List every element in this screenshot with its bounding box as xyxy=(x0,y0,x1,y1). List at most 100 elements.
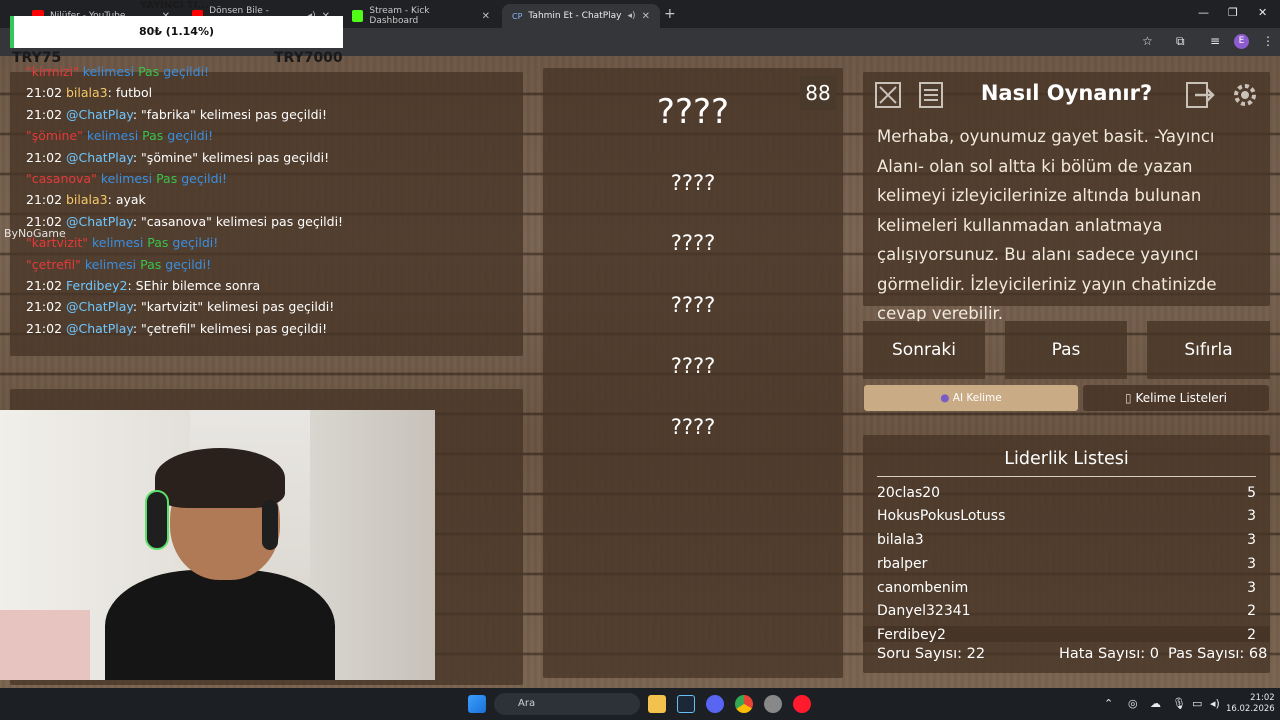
close-window-icon[interactable]: ✕ xyxy=(1258,6,1267,19)
chat-message-part: Pas xyxy=(156,171,178,187)
chat-message-part: 21:02 xyxy=(26,149,66,165)
network-icon[interactable]: ▭ xyxy=(1192,697,1202,710)
watermark-text: ByNoGame xyxy=(4,227,66,240)
chat-message-part: kelimesi xyxy=(82,128,143,144)
goal-target-amount: TRY7000 xyxy=(274,50,343,66)
ai-word-button[interactable]: ● AI Kelime xyxy=(864,385,1078,411)
taskbar-clock[interactable]: 21:02 16.02.2026 xyxy=(1226,693,1275,715)
goal-current-amount: TRY75 xyxy=(12,50,62,66)
chat-message: "şömine" kelimesi Pas geçildi! xyxy=(26,125,507,146)
donation-goal-bar: 80₺ (1.14%) xyxy=(10,16,343,48)
taskbar-search[interactable]: Ara xyxy=(494,693,640,715)
forbidden-word: ???? xyxy=(670,415,716,439)
donation-goal-text: 80₺ (1.14%) xyxy=(138,25,214,38)
chat-message-part: : "casanova" kelimesi pas geçildi! xyxy=(132,213,344,229)
streamer-tag: YAYINCI Tİ... xyxy=(140,0,209,11)
tray-app-icon[interactable]: ◎ xyxy=(1128,697,1138,710)
close-icon[interactable]: ✕ xyxy=(642,11,650,22)
webcam-person-hair xyxy=(155,448,285,508)
opera-icon[interactable] xyxy=(793,695,811,713)
chat-message-part: 21:02 xyxy=(26,85,66,101)
chat-message-part: : "kartvizit" kelimesi pas geçildi! xyxy=(132,299,335,315)
chat-message-part: : "çetrefil" kelimesi pas geçildi! xyxy=(132,320,328,336)
chat-message: "kartvizit" kelimesi Pas geçildi! xyxy=(26,232,507,253)
leaderboard-name: 20clas20 xyxy=(877,485,941,501)
chrome-icon[interactable] xyxy=(735,695,753,713)
chat-message-part: 21:02 xyxy=(26,299,66,315)
forbidden-word: ???? xyxy=(670,354,716,378)
reading-list-icon[interactable]: ≡ xyxy=(1210,34,1220,48)
reset-button[interactable]: Sıfırla xyxy=(1147,321,1270,379)
chat-message: 21:02 @ChatPlay: "çetrefil" kelimesi pas… xyxy=(26,318,507,339)
chat-message-part: @ChatPlay xyxy=(66,213,133,229)
chat-message-part: : "fabrika" kelimesi pas geçildi! xyxy=(132,106,328,122)
pass-button[interactable]: Pas xyxy=(1005,321,1127,379)
chat-message-part: Ferdibey2 xyxy=(66,278,128,294)
how-to-play-text: Merhaba, oyunumuz gayet basit. -Yayıncı … xyxy=(877,127,1217,323)
chat-message-part: 21:02 xyxy=(26,320,66,336)
profile-avatar[interactable]: E xyxy=(1234,34,1249,49)
error-count: Hata Sayısı: 0 xyxy=(1059,646,1159,662)
gear-icon[interactable] xyxy=(1229,80,1261,110)
leaderboard-score: 3 xyxy=(1247,508,1256,524)
forbidden-word: ???? xyxy=(670,293,716,317)
chat-message-part: @ChatPlay xyxy=(66,106,133,122)
menu-icon[interactable]: ⋮ xyxy=(1262,34,1274,48)
main-word: ???? xyxy=(656,92,730,132)
chat-message-part: Pas xyxy=(140,256,162,272)
chat-message-part: : "şömine" kelimesi pas geçildi! xyxy=(132,149,330,165)
clock-date: 16.02.2026 xyxy=(1226,704,1275,714)
steam-icon[interactable] xyxy=(677,695,695,713)
new-tab-button[interactable]: + xyxy=(664,6,676,22)
chat-message: 21:02 bilala3: futbol xyxy=(26,82,507,103)
file-explorer-icon[interactable] xyxy=(648,695,666,713)
search-label: Ara xyxy=(518,698,536,709)
chat-message-part: Pas xyxy=(142,128,164,144)
obs-icon[interactable] xyxy=(764,695,782,713)
speaker-icon[interactable]: ◂) xyxy=(627,11,635,21)
kick-icon xyxy=(352,10,364,22)
chat-message-part: : SEhir bilemce sonra xyxy=(127,278,261,294)
chat-message-part: "çetrefil" xyxy=(26,256,81,272)
leaderboard-name: rbalper xyxy=(877,556,928,572)
tray-chevron-icon[interactable]: ⌃ xyxy=(1104,697,1113,710)
tab-tahmin-et-chatplay[interactable]: CP Tahmin Et - ChatPlay ◂) ✕ xyxy=(502,4,660,28)
leaderboard-score: 2 xyxy=(1247,603,1256,619)
chat-message-part: kelimesi xyxy=(96,171,157,187)
chat-message-part: geçildi! xyxy=(177,171,228,187)
chat-message-part: @ChatPlay xyxy=(66,299,133,315)
bookmark-star-icon[interactable]: ☆ xyxy=(1142,34,1153,48)
chatplay-icon: CP xyxy=(512,11,523,21)
leaderboard-row: HokusPokusLotuss 3 xyxy=(877,508,1256,524)
tray-cloud-icon[interactable]: ☁ xyxy=(1150,697,1161,710)
chat-message: 21:02 @ChatPlay: "casanova" kelimesi pas… xyxy=(26,211,507,232)
restore-icon[interactable]: ❐ xyxy=(1228,6,1238,19)
chat-message-part: @ChatPlay xyxy=(66,149,133,165)
chat-message: 21:02 @ChatPlay: "şömine" kelimesi pas g… xyxy=(26,147,507,168)
next-button[interactable]: Sonraki xyxy=(863,321,985,379)
extensions-icon[interactable]: ⧉ xyxy=(1176,34,1185,49)
discord-icon[interactable] xyxy=(706,695,724,713)
chat-message-part: geçildi! xyxy=(161,256,212,272)
clock-time: 21:02 xyxy=(1250,693,1275,703)
tab-kick-dashboard[interactable]: Stream - Kick Dashboard ✕ xyxy=(342,4,500,28)
leaderboard-row: bilala3 3 xyxy=(877,532,1256,548)
chat-message-part: 21:02 xyxy=(26,278,66,294)
forbidden-word: ???? xyxy=(670,231,716,255)
volume-icon[interactable]: ◂) xyxy=(1210,697,1220,710)
leaderboard-score: 3 xyxy=(1247,556,1256,572)
chat-message: 21:02 @ChatPlay: "fabrika" kelimesi pas … xyxy=(26,104,507,125)
close-icon[interactable]: ✕ xyxy=(482,11,490,22)
chat-message-part: kelimesi xyxy=(78,64,139,79)
microphone-icon[interactable]: 🎙︎ xyxy=(1172,697,1186,710)
chat-message: 21:02 Ferdibey2: SEhir bilemce sonra xyxy=(26,275,507,296)
leaderboard-row: 20clas20 5 xyxy=(877,485,1256,501)
chat-panel: "kirmizi" kelimesi Pas geçildi! 21:02 bil… xyxy=(10,64,523,356)
word-lists-button[interactable]: ▯ Kelime Listeleri xyxy=(1083,385,1269,411)
exit-icon[interactable] xyxy=(1184,80,1216,110)
windows-start-icon[interactable] xyxy=(468,695,486,713)
minimize-icon[interactable]: — xyxy=(1198,6,1209,19)
leaderboard-name: Danyel32341 xyxy=(877,603,971,619)
chat-message-part: kelimesi xyxy=(88,235,148,251)
chat-message-part: geçildi! xyxy=(159,64,210,79)
